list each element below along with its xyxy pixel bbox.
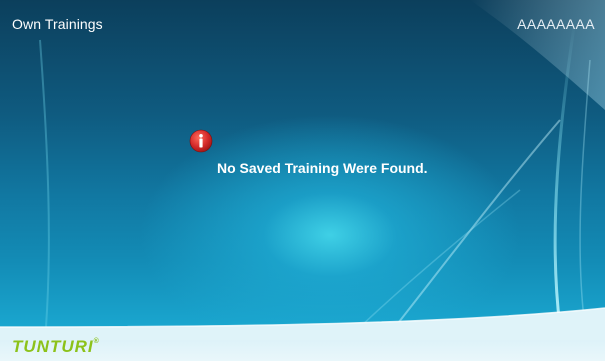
user-name[interactable]: AAAAAAAA: [517, 16, 595, 32]
empty-state-message: No Saved Training Were Found.: [217, 160, 428, 176]
info-icon: [189, 129, 213, 153]
brand-name: TUNTURI: [12, 337, 94, 356]
page-title: Own Trainings: [12, 16, 103, 32]
own-trainings-screen: Own Trainings AAAAAAAA No Saved Training…: [0, 0, 605, 361]
registered-mark: ®: [93, 338, 100, 345]
tunturi-logo: TUNTURI®: [12, 337, 100, 357]
